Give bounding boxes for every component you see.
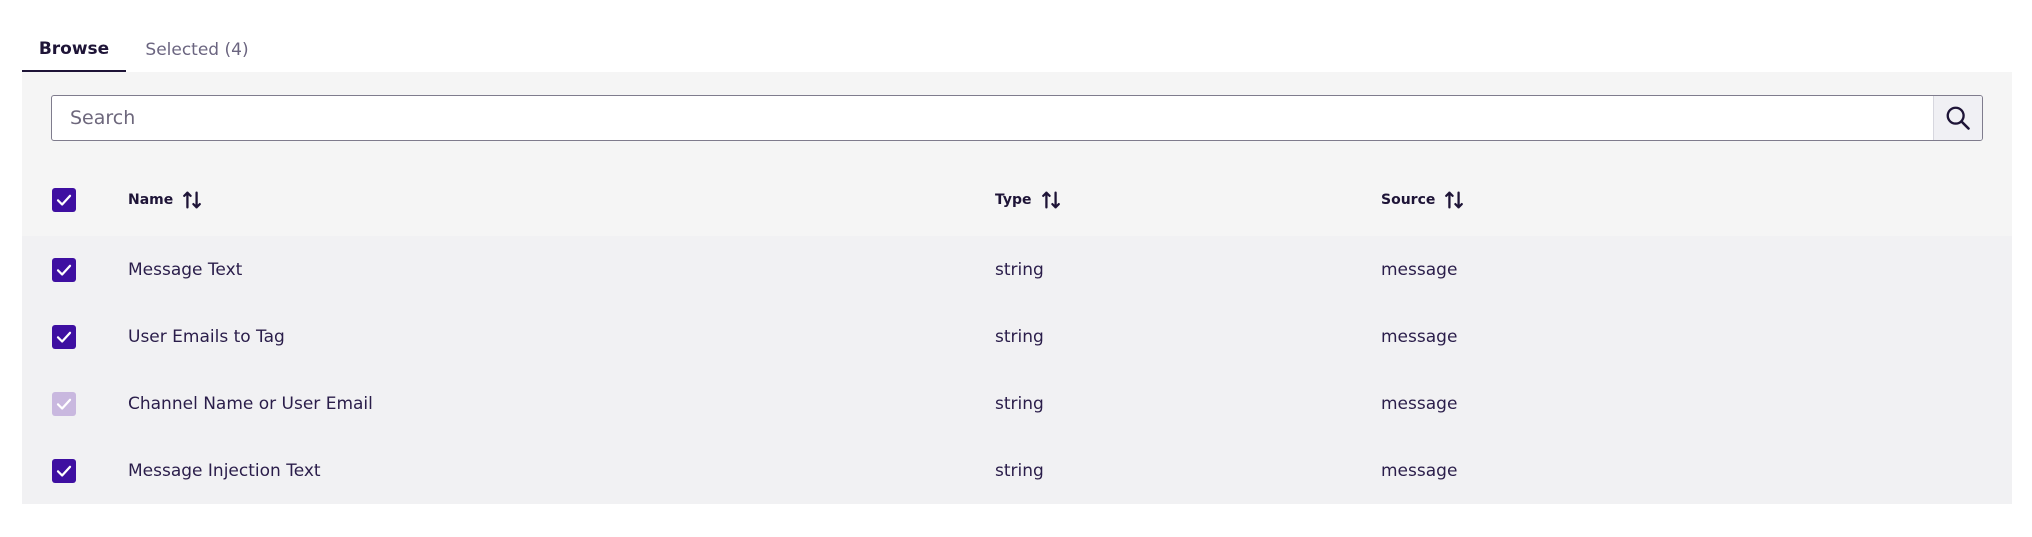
tab-selected[interactable]: Selected (4) (126, 28, 268, 72)
tab-browse-label: Browse (38, 39, 110, 59)
row-checkbox-cell (22, 370, 106, 437)
row-checkbox[interactable] (52, 324, 76, 349)
row-checkbox-disabled (52, 391, 76, 416)
name-cell: User Emails to Tag (128, 326, 285, 347)
source-cell: message (1381, 326, 1458, 347)
source-cell: message (1381, 393, 1458, 414)
name-cell: Channel Name or User Email (128, 393, 373, 414)
name-column-header[interactable]: Name (106, 163, 973, 236)
page: Browse Selected (4) Search Name Type Sou… (0, 0, 2032, 537)
checkmark-icon (56, 465, 72, 477)
checkmark-icon (56, 264, 72, 276)
type-column-header[interactable]: Type (973, 163, 1359, 236)
search-input[interactable] (52, 96, 1933, 140)
sort-icon[interactable] (1443, 189, 1465, 211)
tab-selected-label: Selected (4) (145, 40, 249, 60)
type-cell: string (995, 326, 1044, 347)
search-button[interactable] (1933, 96, 1982, 140)
row-checkbox-cell (22, 303, 106, 370)
table-row[interactable]: User Emails to Tag string message (22, 303, 2012, 370)
checkmark-icon (56, 194, 72, 206)
row-checkbox-cell (22, 437, 106, 504)
type-cell: string (995, 460, 1044, 481)
sort-icon[interactable] (181, 189, 203, 211)
source-cell: message (1381, 460, 1458, 481)
name-cell: Message Injection Text (128, 460, 321, 481)
checkmark-icon (56, 331, 72, 343)
sort-icon[interactable] (1040, 189, 1062, 211)
table-row[interactable]: Message Text string message (22, 236, 2012, 303)
row-checkbox-cell (22, 236, 106, 303)
select-all-checkbox[interactable] (52, 187, 76, 212)
browse-panel: Name Type (22, 72, 2012, 504)
row-checkbox[interactable] (52, 458, 76, 483)
type-cell: string (995, 393, 1044, 414)
tab-bar: Browse Selected (4) (22, 28, 268, 73)
source-header-label: Source (1381, 191, 1436, 208)
name-cell: Message Text (128, 259, 243, 280)
source-cell: message (1381, 259, 1458, 280)
name-header-label: Name (128, 191, 174, 208)
type-cell: string (995, 259, 1044, 280)
search-icon (1946, 106, 1970, 130)
select-all-cell (22, 163, 106, 236)
table-row[interactable]: Channel Name or User Email string messag… (22, 370, 2012, 437)
row-checkbox[interactable] (52, 257, 76, 282)
type-header-label: Type (995, 191, 1032, 208)
table-row[interactable]: Message Injection Text string message (22, 437, 2012, 504)
table-header: Name Type Source (22, 163, 2012, 236)
source-column-header[interactable]: Source (1359, 163, 2012, 236)
tab-browse[interactable]: Browse (22, 28, 126, 72)
fields-table: Name Type Source Message Text string mes… (22, 163, 2012, 504)
search-box (51, 95, 1983, 141)
checkmark-icon (56, 398, 72, 410)
